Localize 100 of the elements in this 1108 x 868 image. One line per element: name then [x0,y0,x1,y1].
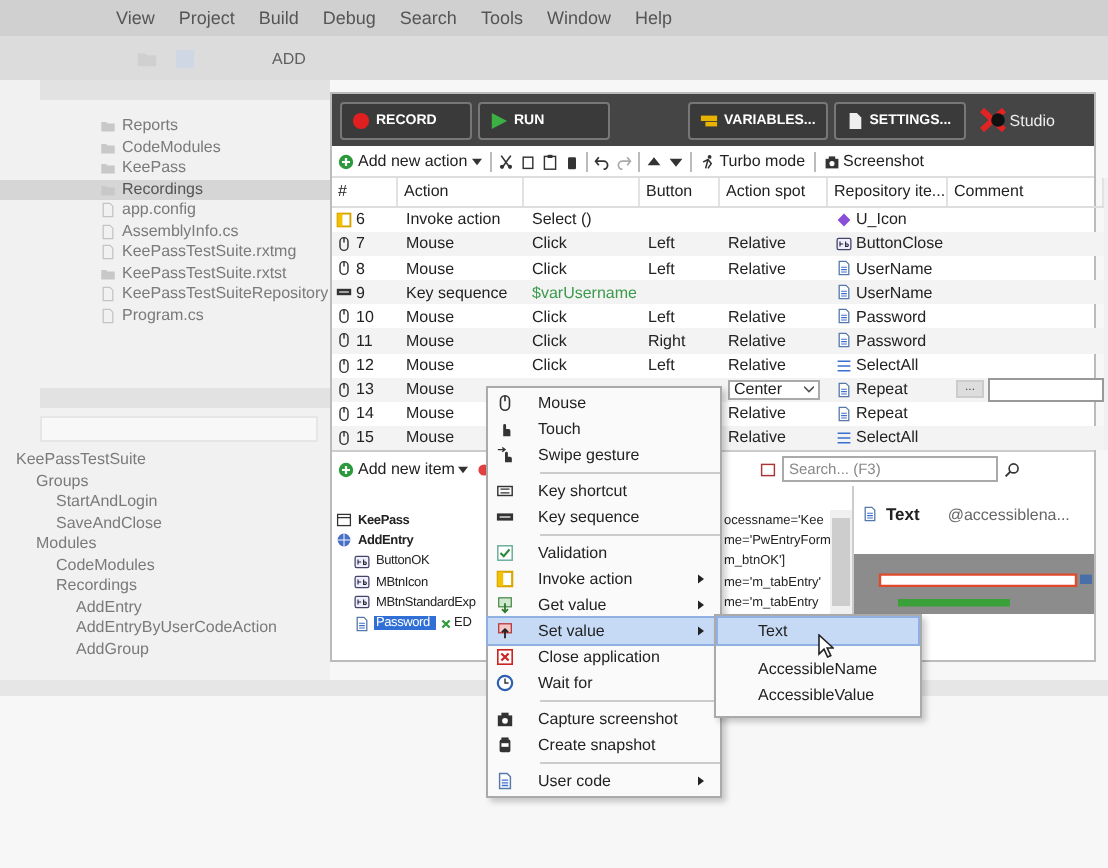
table-cell: Key sequence [406,283,508,302]
running-figure-icon [699,153,716,169]
column-header[interactable]: Action [398,178,524,206]
tree-item[interactable]: KeePassTestSuite.rxtst [0,263,330,284]
mouse-icon [336,429,352,446]
tree-item[interactable]: Reports [0,116,330,137]
menu-item[interactable]: Search [399,8,457,28]
undo-icon[interactable] [593,153,610,169]
add-action-button[interactable]: Add new action [336,152,484,170]
jar-icon [496,736,514,754]
table-cell: U_Icon [856,210,907,229]
action-spot-dropdown[interactable]: Center [728,379,820,400]
menu-item[interactable]: User code [488,768,720,794]
tree-item[interactable]: StartAndLogin [0,492,330,513]
caret-icon [804,385,814,394]
menu-item[interactable]: View [116,8,155,28]
menu-item[interactable]: Close application [488,644,720,670]
tree-item[interactable]: KeePass [0,158,330,179]
table-cell: Relative [728,428,786,447]
toolbar-label[interactable]: ADD [272,49,306,67]
column-header[interactable]: # [332,178,398,206]
row-number: 7 [356,234,365,253]
tree-item[interactable]: AddEntry [0,597,330,618]
menu-item[interactable]: Invoke action [488,566,720,592]
tree-item[interactable]: Groups [0,471,330,492]
menu-item[interactable]: Set value [488,618,720,644]
comment-input-field[interactable] [988,377,1104,402]
row-number: 12 [356,356,374,375]
table-cell: SelectAll [856,428,919,447]
search-icon[interactable] [1004,461,1021,477]
tree-item[interactable]: SaveAndClose [0,513,330,534]
column-header[interactable]: Repository ite... [828,178,948,206]
menu-item[interactable]: Wait for [488,670,720,696]
mouse-icon [336,308,352,325]
row-number: 11 [356,331,373,350]
menu-item[interactable]: Capture screenshot [488,706,720,732]
add-item-button[interactable]: Add new item [336,460,471,478]
tree-item[interactable]: Recordings [0,576,330,597]
tree-item[interactable]: KeePassTestSuiteRepository [0,284,330,305]
table-cell: Relative [728,259,786,278]
table-cell: Mouse [406,404,455,423]
menu-item[interactable]: AccessibleName [718,656,918,682]
tree-item[interactable]: CodeModules [0,555,330,576]
document-icon [836,260,852,277]
move-up-icon[interactable] [645,153,662,169]
menu-item[interactable]: Validation [488,540,720,566]
paste-icon[interactable] [541,153,558,169]
mouse-icon [336,381,352,398]
camera-icon [823,153,840,169]
menu-item[interactable]: Mouse [488,390,720,416]
keyboard-icon [496,482,514,500]
menu-item[interactable]: Key sequence [488,504,720,530]
menu-item[interactable]: Debug [322,8,376,28]
screen-icon[interactable] [760,461,777,477]
column-header[interactable]: Button [640,178,720,206]
menu-item[interactable]: Tools [480,8,523,28]
globe-icon [336,532,352,549]
menu-item[interactable]: Text [718,618,918,644]
menu-item[interactable]: Project [178,8,235,28]
tree-item[interactable]: AddGroup [0,639,330,660]
menu-item[interactable]: Get value [488,592,720,618]
logo-icon [979,108,1008,132]
tree-item[interactable]: Recordings [0,179,330,200]
tree-item[interactable]: app.config [0,200,330,221]
tree-item[interactable]: KeePassTestSuite [0,450,330,471]
tree-item[interactable]: AddEntryByUserCodeAction [0,618,330,639]
menu-item[interactable]: Create snapshot [488,732,720,758]
menu-item[interactable]: Swipe gesture [488,442,720,468]
submenu-arrow-icon [698,626,704,636]
mouse-icon [336,405,352,422]
menu-item[interactable]: Key shortcut [488,478,720,504]
row-number: 15 [356,428,374,447]
table-cell: Relative [728,234,786,253]
table-cell: Left [648,259,675,278]
turbo-mode-button[interactable]: Turbo mode [697,152,808,170]
menu-item[interactable]: Help [634,8,672,28]
variables-icon [700,111,718,129]
tree-item[interactable]: KeePassTestSuite.rxtmg [0,242,330,263]
download-icon [496,596,514,614]
copy-icon[interactable] [519,153,536,169]
tree-item[interactable]: CodeModules [0,137,330,158]
screenshot-button[interactable]: Screenshot [821,152,927,170]
menu-item[interactable]: Build [258,8,299,28]
mouse-icon [336,260,352,277]
row-number: 9 [356,283,365,302]
table-cell: Right [648,331,686,350]
cut-icon[interactable] [497,153,514,169]
menu-item[interactable]: Touch [488,416,720,442]
menu-item[interactable]: Window [546,8,611,28]
tree-item[interactable]: AssemblyInfo.cs [0,221,330,242]
tree-item[interactable]: Modules [0,534,330,555]
tree-item[interactable]: Program.cs [0,305,330,326]
table-cell: Repeat [856,380,908,399]
column-header[interactable]: Action spot [720,178,828,206]
row-number: 8 [356,259,365,278]
row-number: 6 [356,210,365,229]
menu-item[interactable]: AccessibleValue [718,682,918,708]
move-down-icon[interactable] [667,153,684,169]
table-cell: Mouse [406,356,455,375]
document-icon [496,772,514,790]
